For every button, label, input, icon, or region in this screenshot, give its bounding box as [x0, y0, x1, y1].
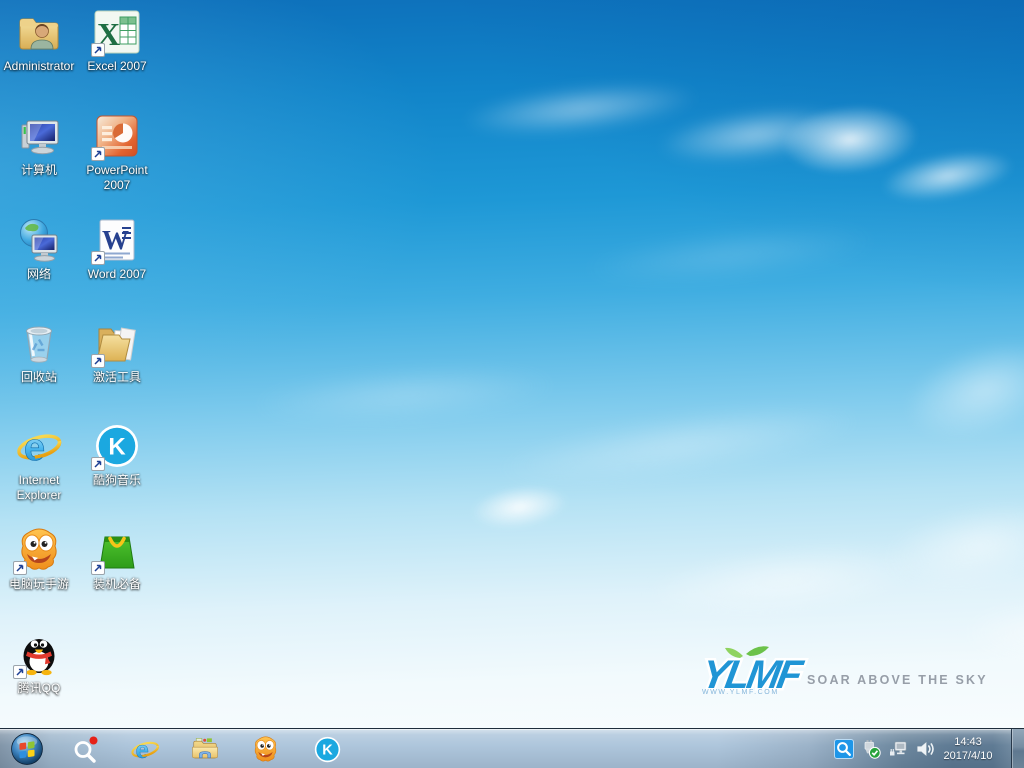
- shortcut-arrow-icon: [91, 147, 105, 161]
- svg-text:K: K: [108, 434, 126, 461]
- computer-icon: [15, 112, 63, 160]
- clock-date: 2017/4/10: [944, 749, 993, 763]
- svg-text:K: K: [322, 742, 333, 758]
- windows-orb-icon: [8, 730, 46, 768]
- explorer-folder-icon: [190, 734, 220, 764]
- clock-time: 14:43: [954, 735, 982, 749]
- kugou-icon: K: [93, 422, 141, 470]
- icon-label: 装机必备: [79, 577, 155, 592]
- icon-label: 网络: [1, 267, 77, 282]
- open-folder-icon: [93, 319, 141, 367]
- icon-label: 酷狗音乐: [79, 473, 155, 488]
- icon-label: 电脑玩手游: [1, 577, 77, 592]
- taskbar-button-search[interactable]: [58, 729, 112, 768]
- recycle-bin-icon: [15, 319, 63, 367]
- shortcut-arrow-icon: [91, 43, 105, 57]
- shortcut-arrow-icon: [91, 251, 105, 265]
- start-button[interactable]: [3, 729, 51, 768]
- usb-check-icon: [861, 739, 881, 759]
- ie-icon: e: [15, 422, 63, 470]
- taskbar-button-pc-plays-mobile-games[interactable]: [238, 729, 292, 768]
- desktop-icon-internet-explorer[interactable]: e Internet Explorer: [1, 422, 77, 503]
- kugou-icon: K: [313, 735, 342, 764]
- search-red-dot-icon: [70, 734, 100, 764]
- qq-icon: [15, 630, 63, 678]
- icon-label: Administrator: [1, 59, 77, 74]
- tray-volume[interactable]: [915, 739, 935, 759]
- shortcut-arrow-icon: [91, 354, 105, 368]
- desktop-icon-network[interactable]: 网络: [1, 216, 77, 282]
- shortcut-arrow-icon: [13, 665, 27, 679]
- icon-label: 计算机: [1, 163, 77, 178]
- icon-label: 腾讯QQ: [1, 681, 77, 696]
- desktop-icon-powerpoint-2007[interactable]: PowerPoint 2007: [79, 112, 155, 193]
- desktop-icon-kugou-music[interactable]: K 酷狗音乐: [79, 422, 155, 488]
- ylmf-logo: YLMF YLMF SOAR ABOVE THE SKY WWW.YLMF.CO…: [694, 642, 964, 702]
- word-icon: W: [93, 216, 141, 264]
- ie-icon: e: [130, 734, 160, 764]
- shortcut-arrow-icon: [13, 561, 27, 575]
- cloud: [518, 203, 942, 307]
- svg-text:e: e: [24, 427, 45, 469]
- icon-label: 激活工具: [79, 370, 155, 385]
- icon-label: PowerPoint 2007: [79, 163, 155, 193]
- desktop-icon-activation-tool[interactable]: 激活工具: [79, 319, 155, 385]
- taskbar-button-kugou-music[interactable]: K: [300, 729, 354, 768]
- desktop-icon-essential-apps[interactable]: 装机必备: [79, 526, 155, 592]
- monkey-icon: [15, 526, 63, 574]
- network-globe-icon: [15, 216, 63, 264]
- icon-label: Word 2007: [79, 267, 155, 282]
- shortcut-arrow-icon: [91, 561, 105, 575]
- desktop-icon-excel-2007[interactable]: X Excel 2007: [79, 8, 155, 74]
- svg-text:e: e: [136, 737, 149, 764]
- tray-network-status[interactable]: [888, 739, 908, 759]
- icon-label: Excel 2007: [79, 59, 155, 74]
- system-tray: [834, 729, 935, 768]
- excel-icon: X: [93, 8, 141, 56]
- desktop-icon-administrator[interactable]: Administrator: [1, 8, 77, 74]
- desktop-icon-tencent-qq[interactable]: 腾讯QQ: [1, 630, 77, 696]
- tray-usb-safely-remove[interactable]: [861, 739, 881, 759]
- tray-search-tool[interactable]: [834, 739, 854, 759]
- taskbar-button-internet-explorer[interactable]: e: [118, 729, 172, 768]
- cloud: [857, 297, 1024, 482]
- icon-label: 回收站: [1, 370, 77, 385]
- desktop-icon-word-2007[interactable]: W Word 2007: [79, 216, 155, 282]
- icon-label: Internet Explorer: [1, 473, 77, 503]
- taskbar-button-windows-explorer[interactable]: [178, 729, 232, 768]
- monkey-icon: [251, 735, 280, 764]
- desktop-icon-pc-plays-mobile-games[interactable]: 电脑玩手游: [1, 526, 77, 592]
- windows7-desktop: YLMF YLMF SOAR ABOVE THE SKY WWW.YLMF.CO…: [0, 0, 1024, 768]
- svg-text:W: W: [102, 225, 129, 255]
- show-desktop-button[interactable]: [1011, 729, 1024, 768]
- desktop-icon-recycle-bin[interactable]: 回收站: [1, 319, 77, 385]
- network-icon: [888, 739, 908, 759]
- taskbar-clock[interactable]: 14:43 2017/4/10: [936, 729, 1000, 768]
- blue-magnifier-icon: [834, 739, 854, 759]
- user-folder-icon: [15, 8, 63, 56]
- speaker-icon: [915, 739, 935, 759]
- taskbar: e K: [0, 728, 1024, 768]
- shopping-bag-icon: [93, 526, 141, 574]
- desktop-icon-computer[interactable]: 计算机: [1, 112, 77, 178]
- brand-url: WWW.YLMF.COM: [702, 689, 779, 696]
- powerpoint-icon: [93, 112, 141, 160]
- brand-tagline: SOAR ABOVE THE SKY: [807, 673, 988, 687]
- shortcut-arrow-icon: [91, 457, 105, 471]
